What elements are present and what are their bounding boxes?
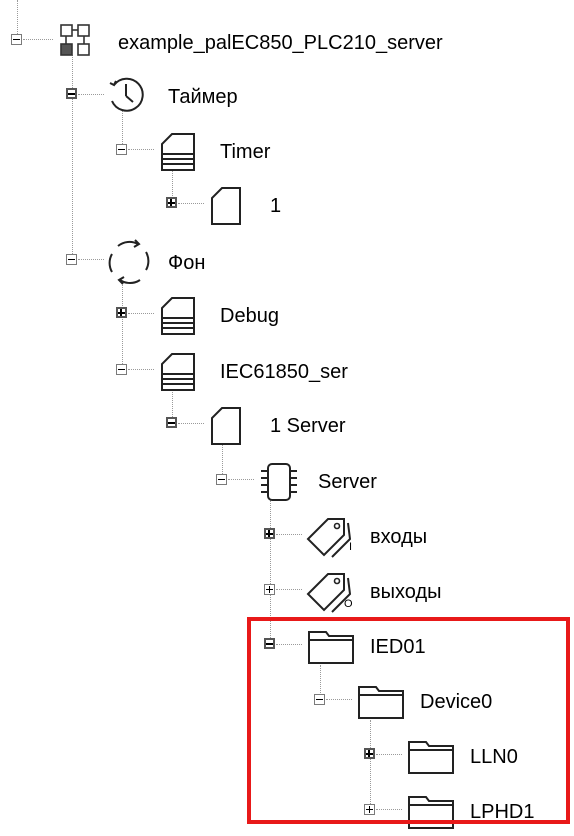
expand-toggle[interactable] — [166, 197, 177, 208]
tree-node-root[interactable]: example_palEC850_PLC210_server — [0, 18, 540, 66]
tree-node-debug-program[interactable]: Debug — [0, 292, 320, 340]
tree-node-label: 1 Server — [270, 415, 346, 437]
tree-node-inputs[interactable]: I входы — [0, 513, 480, 561]
expand-toggle[interactable] — [264, 584, 275, 595]
tree-node-label: выходы — [370, 581, 442, 603]
tree-node-label: example_palEC850_PLC210_server — [118, 32, 443, 54]
tree-node-iec-program[interactable]: IEC61850_ser — [0, 348, 348, 396]
tree-line — [128, 313, 154, 314]
tree-line — [178, 203, 204, 204]
tree-node-timer-program[interactable]: Timer — [0, 128, 320, 176]
tree-node-server-page[interactable]: 1 Server — [0, 402, 380, 450]
input-badge: I — [349, 541, 353, 553]
collapse-toggle[interactable] — [116, 364, 127, 375]
tree-node-label: Timer — [220, 141, 271, 163]
tree-node-timer-item[interactable]: 1 — [0, 182, 320, 230]
page-icon — [211, 407, 241, 445]
program-stack-icon — [161, 353, 195, 391]
output-badge: O — [344, 598, 353, 610]
tree-node-label: Таймер — [168, 86, 238, 108]
page-icon — [211, 187, 241, 225]
tree-line — [276, 589, 302, 590]
tree-node-label: входы — [370, 526, 428, 548]
tree-line — [178, 423, 204, 424]
collapse-toggle[interactable] — [11, 34, 22, 45]
highlight-frame — [247, 617, 570, 824]
program-stack-icon — [161, 297, 195, 335]
tree-node-label: Debug — [220, 305, 279, 327]
tree-node-timer-task[interactable]: Таймер — [0, 73, 300, 121]
tree-line — [78, 94, 104, 95]
tree-node-background-task[interactable]: Фон — [0, 238, 300, 286]
expand-toggle[interactable] — [264, 528, 275, 539]
chip-icon — [261, 463, 297, 501]
collapse-toggle[interactable] — [66, 254, 77, 265]
tree-node-server-module[interactable]: Server — [0, 458, 420, 506]
tree-node-label: 1 — [270, 195, 282, 217]
tree-node-outputs[interactable]: O выходы — [0, 568, 480, 616]
clock-icon — [109, 77, 144, 112]
cycle-icon — [108, 239, 150, 285]
program-stack-icon — [161, 133, 195, 171]
collapse-toggle[interactable] — [116, 144, 127, 155]
tags-input-icon — [306, 518, 352, 558]
expand-toggle[interactable] — [116, 307, 127, 318]
network-icon — [60, 24, 90, 56]
tree-line — [128, 149, 154, 150]
tree-node-label: Фон — [168, 252, 206, 274]
tree-node-label: IEC61850_ser — [220, 361, 348, 383]
collapse-toggle[interactable] — [66, 88, 77, 99]
tree-line — [128, 369, 154, 370]
collapse-toggle[interactable] — [216, 474, 227, 485]
tree-line — [23, 39, 53, 40]
tree-line — [78, 259, 104, 260]
tree-node-label: Server — [318, 471, 377, 493]
tree-line — [276, 534, 302, 535]
collapse-toggle[interactable] — [166, 417, 177, 428]
tree-line — [228, 479, 254, 480]
